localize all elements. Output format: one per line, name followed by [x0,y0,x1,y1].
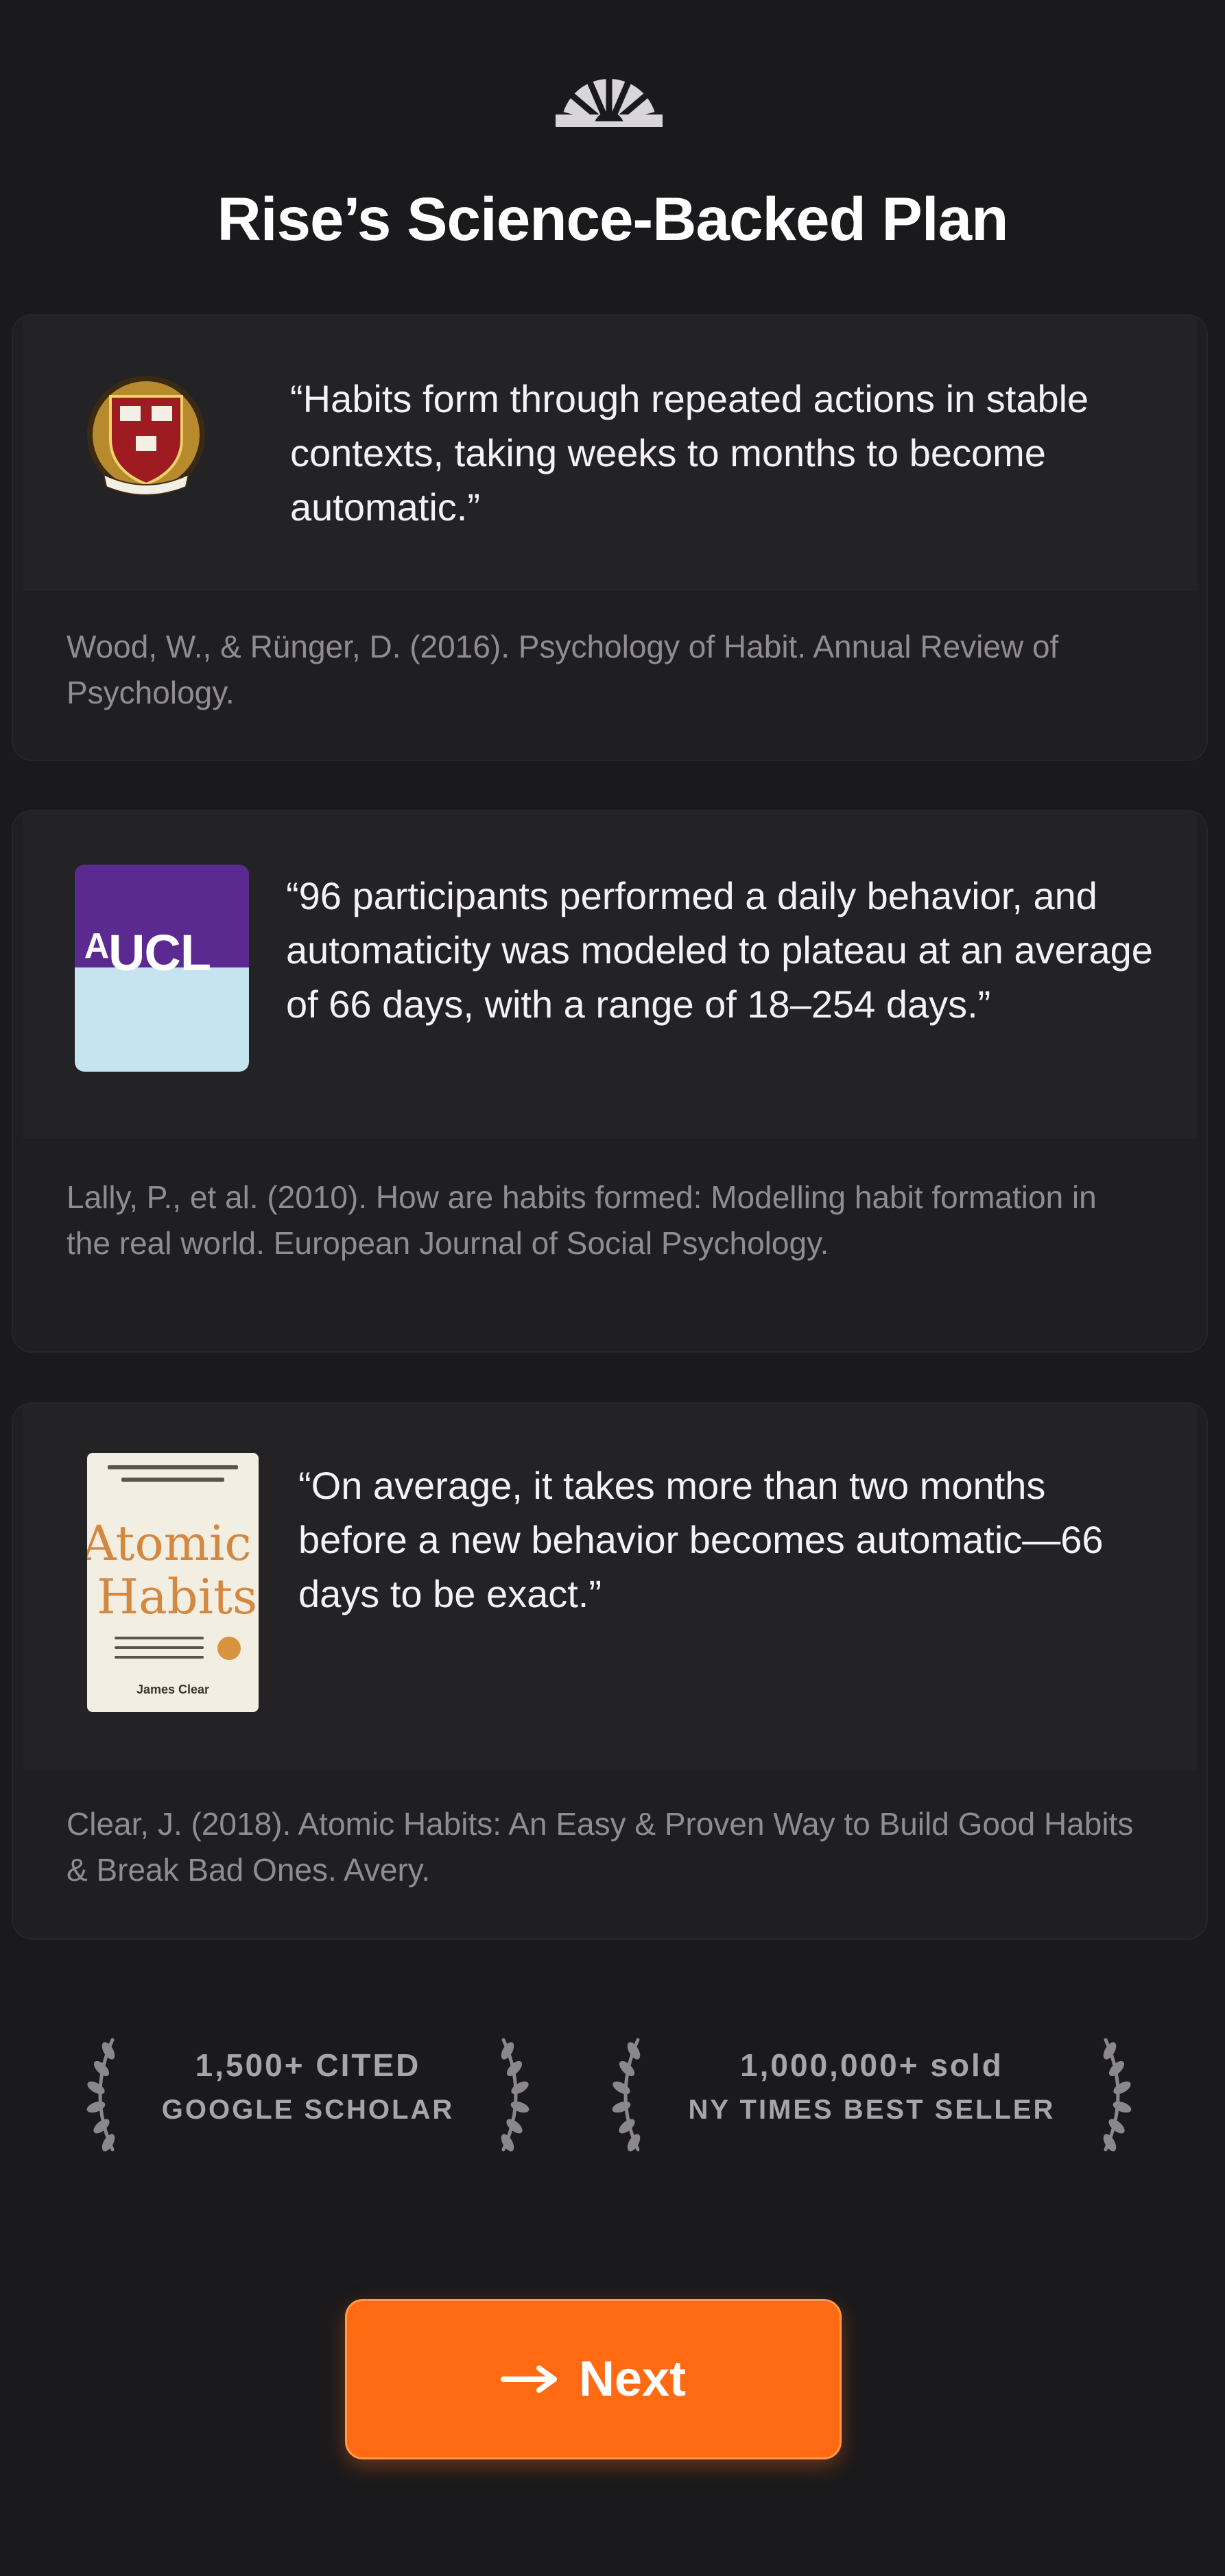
award-google-scholar: 1,500+ CITED GOOGLE SCHOLAR [81,2026,535,2163]
quote-text: “96 participants performed a daily behav… [286,874,1153,1026]
award-line2: GOOGLE SCHOLAR [161,2095,455,2125]
book-title-line2: Habits [97,1569,258,1625]
book-seal [217,1637,241,1660]
award-line1: 1,500+ CITED [195,2047,421,2083]
quote-text: “On average, it takes more than two mont… [298,1464,1104,1615]
award-ny-times: 1,000,000+ sold NY TIMES BEST SELLER [606,2026,1137,2163]
citation-text: Clear, J. (2018). Atomic Habits: An Easy… [67,1806,1134,1888]
book-title-line1: Atomic [87,1515,252,1572]
book-subtitle [115,1656,204,1659]
quote-text: “Habits form through repeated actions in… [290,377,1089,529]
citation-text: Lally, P., et al. (2010). How are habits… [67,1179,1097,1261]
research-card-harvard: “Habits form through repeated actions in… [12,314,1208,761]
arrow-right-icon [500,2366,557,2393]
research-card-atomic-habits: Atomic Habits James Clear “On average, i… [12,1402,1208,1940]
ucl-logo-text: ᴬUCL [84,924,211,981]
book-subtitle [115,1637,204,1639]
book-tagline [108,1465,238,1469]
next-button-label: Next [578,2352,687,2407]
book-author: James Clear [136,1683,210,1696]
atomic-habits-book-cover: Atomic Habits James Clear [87,1453,259,1712]
laurel-right-icon [501,2038,530,2152]
sunrise-icon [556,65,663,127]
research-card-ucl: ᴬUCL “96 participants performed a daily … [12,810,1208,1353]
award-line1: 1,000,000+ sold [740,2047,1003,2083]
laurel-right-icon [1103,2038,1132,2152]
book-tagline [121,1478,224,1482]
citation-text: Wood, W., & Rünger, D. (2016). Psycholog… [67,629,1059,710]
ucl-logo: ᴬUCL [75,865,249,1072]
ucl-logo-bottom [75,967,249,1072]
next-button[interactable]: Next [345,2299,842,2459]
award-line2: NY TIMES BEST SELLER [688,2095,1056,2125]
harvard-shield-logo [87,376,205,496]
page-title: Rise’s Science-Backed Plan [217,184,1008,253]
book-subtitle [115,1646,204,1649]
